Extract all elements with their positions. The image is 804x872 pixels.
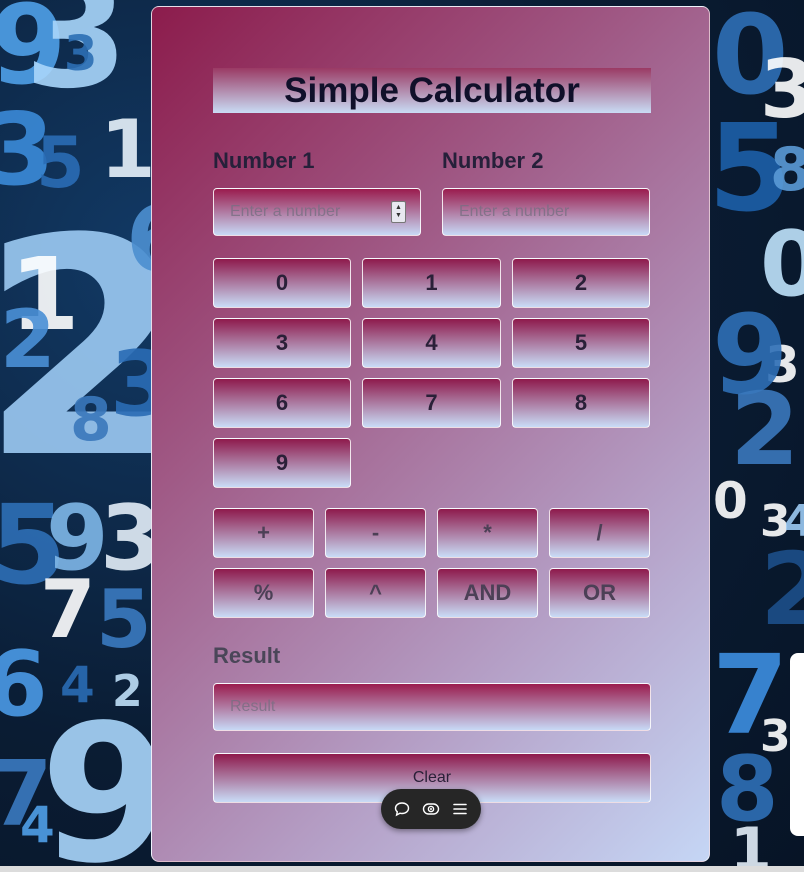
multiply-button[interactable]: *: [437, 508, 538, 558]
menu-icon[interactable]: [452, 801, 468, 817]
digit-button-2[interactable]: 2: [512, 258, 650, 308]
subtract-button[interactable]: -: [325, 508, 426, 558]
result-label: Result: [213, 643, 281, 668]
digit-button-4[interactable]: 4: [362, 318, 501, 368]
bg-digit: 4: [20, 796, 55, 854]
bg-digit: 1: [730, 815, 772, 872]
bg-digit: 2: [730, 371, 800, 488]
spinner-up-icon[interactable]: ▲: [395, 204, 402, 212]
power-button[interactable]: ^: [325, 568, 426, 618]
add-button[interactable]: +: [213, 508, 314, 558]
number-spinner[interactable]: ▲ ▼: [391, 201, 406, 223]
bg-digit: 0: [713, 472, 748, 530]
number1-input[interactable]: [228, 202, 391, 222]
side-panel: [790, 653, 804, 836]
title-bar: Simple Calculator: [213, 68, 651, 113]
bg-digit: 8: [770, 135, 804, 205]
digit-button-3[interactable]: 3: [213, 318, 351, 368]
number1-label: Number 1: [213, 148, 315, 173]
eye-icon[interactable]: [422, 801, 440, 817]
digit-button-8[interactable]: 8: [512, 378, 650, 428]
result-output: [228, 697, 636, 717]
bg-digit: 5: [96, 573, 152, 666]
divide-button[interactable]: /: [549, 508, 650, 558]
calculator-card: Simple Calculator Number 1 Number 2 ▲ ▼ …: [151, 6, 710, 862]
number2-label: Number 2: [442, 148, 544, 173]
result-field: [213, 683, 651, 731]
bg-digit: 2: [760, 531, 804, 648]
digit-button-7[interactable]: 7: [362, 378, 501, 428]
number2-input[interactable]: [457, 202, 635, 222]
bg-digit: 7: [40, 563, 96, 656]
digit-button-9[interactable]: 9: [213, 438, 351, 488]
digit-button-1[interactable]: 1: [362, 258, 501, 308]
bg-digit: 2: [0, 293, 56, 386]
modulo-button[interactable]: %: [213, 568, 314, 618]
bg-digit: 3: [64, 26, 98, 82]
digit-button-0[interactable]: 0: [213, 258, 351, 308]
spinner-down-icon[interactable]: ▼: [395, 212, 402, 220]
comment-icon[interactable]: [394, 801, 410, 817]
number2-field[interactable]: [442, 188, 650, 236]
status-strip: [0, 866, 804, 872]
bg-digit: 8: [70, 385, 112, 455]
digit-button-5[interactable]: 5: [512, 318, 650, 368]
number1-field[interactable]: ▲ ▼: [213, 188, 421, 236]
floating-toolbar: [381, 789, 481, 829]
page-title: Simple Calculator: [284, 70, 580, 110]
and-button[interactable]: AND: [437, 568, 538, 618]
or-button[interactable]: OR: [549, 568, 650, 618]
digit-button-6[interactable]: 6: [213, 378, 351, 428]
